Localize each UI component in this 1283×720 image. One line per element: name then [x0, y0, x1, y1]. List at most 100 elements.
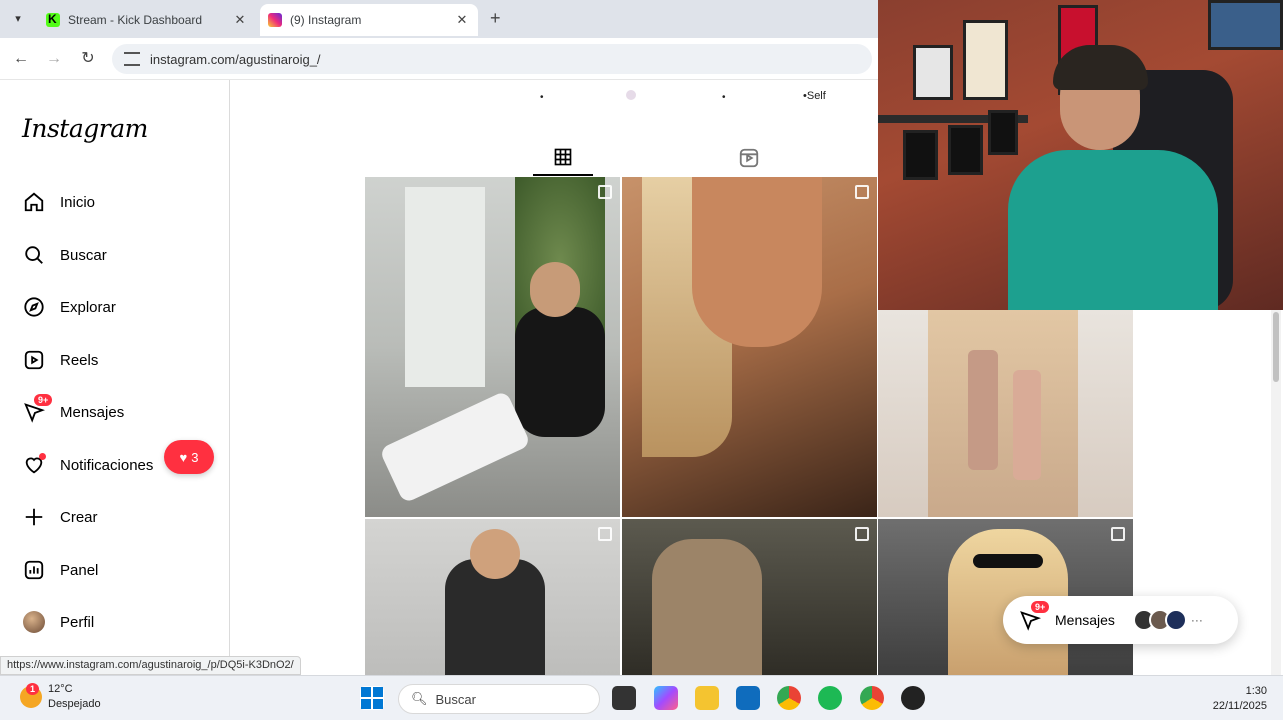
nav-label: Crear — [60, 508, 98, 526]
funko-box — [963, 20, 1008, 100]
reels-icon — [22, 348, 46, 372]
more-icon: ··· — [1190, 613, 1203, 627]
post-thumbnail[interactable] — [878, 310, 1133, 517]
nav-item-explorar[interactable]: Explorar — [22, 292, 116, 322]
post-thumbnail[interactable] — [622, 177, 877, 517]
close-tab-icon[interactable]: ✕ — [232, 12, 248, 28]
site-settings-icon[interactable] — [124, 52, 140, 66]
wall-frame — [1208, 0, 1283, 50]
webcam-overlay — [878, 0, 1283, 310]
subject-jacket — [515, 307, 605, 437]
kick-favicon-icon — [46, 12, 60, 27]
nav-item-buscar[interactable]: Buscar — [22, 240, 107, 270]
nav-item-reels[interactable]: Reels — [22, 345, 98, 375]
avatar — [23, 611, 45, 633]
chrome-icon[interactable] — [860, 686, 884, 710]
bg-window — [405, 187, 485, 387]
taskbar-search[interactable]: 🔍︎ Buscar — [398, 684, 600, 714]
chrome-icon[interactable] — [777, 686, 801, 710]
page-scrollbar[interactable] — [1271, 310, 1281, 675]
address-bar[interactable]: instagram.com/agustinaroig_/ — [112, 44, 872, 74]
profile-tabs — [365, 140, 877, 178]
carousel-icon — [598, 185, 612, 199]
messages-floating-button[interactable]: 9+ Mensajes ··· — [1003, 596, 1238, 644]
nav-label: Inicio — [60, 193, 96, 211]
new-tab-icon[interactable]: + — [490, 8, 501, 29]
post-thumbnail[interactable] — [365, 177, 620, 517]
compass-icon — [22, 295, 46, 319]
scrollbar-thumb[interactable] — [1273, 312, 1279, 382]
system-clock[interactable]: 1:30 22/11/2025 — [1213, 684, 1267, 714]
nav-item-notificaciones[interactable]: Notificaciones — [22, 450, 153, 480]
nav-item-crear[interactable]: Crear — [22, 502, 98, 532]
browser-toolbar: ← → ↻ instagram.com/agustinaroig_/ — [0, 38, 878, 80]
highlight-thumb[interactable] — [626, 90, 636, 100]
nav-item-mensajes[interactable]: 9+ Mensajes — [22, 394, 124, 427]
nav-label: Panel — [60, 561, 99, 579]
screen: ▾ Stream - Kick Dashboard ✕ (9) Instagra… — [0, 0, 1283, 720]
weather-widget[interactable]: 1 12°C Despejado — [20, 682, 101, 712]
wall-frame — [988, 110, 1018, 155]
subject-face — [692, 177, 822, 347]
reels-icon — [739, 148, 759, 168]
notification-dot — [39, 453, 46, 460]
weather-desc: Despejado — [48, 698, 101, 710]
url-text: instagram.com/agustinaroig_/ — [150, 51, 321, 67]
nav-item-panel[interactable]: Panel — [22, 555, 98, 585]
subject — [928, 310, 1078, 517]
wall-frame — [903, 130, 938, 180]
highlight-label[interactable]: •Self — [803, 90, 826, 102]
tab-kick-dashboard[interactable]: Stream - Kick Dashboard ✕ — [38, 4, 256, 36]
subject-head — [530, 262, 580, 317]
messenger-icon: 9+ — [22, 394, 53, 424]
carousel-icon — [855, 185, 869, 199]
close-tab-icon[interactable]: ✕ — [454, 12, 470, 28]
post-thumbnail[interactable] — [365, 519, 620, 675]
messenger-icon: 9+ — [1019, 601, 1050, 631]
grid-icon — [554, 148, 572, 166]
nav-item-perfil[interactable]: Perfil — [22, 607, 94, 637]
instagram-logo[interactable]: Instagram — [22, 114, 148, 143]
forward-icon[interactable]: → — [43, 48, 65, 70]
tab-reels[interactable] — [719, 140, 779, 176]
messages-label: Mensajes — [1055, 612, 1115, 628]
nav-label: Explorar — [60, 298, 116, 316]
copilot-icon[interactable] — [654, 686, 678, 710]
weather-sun-icon: 1 — [20, 683, 42, 708]
post-thumbnail[interactable] — [622, 519, 877, 675]
nav-item-inicio[interactable]: Inicio — [22, 187, 95, 217]
tab-search-menu-icon[interactable]: ▾ — [8, 8, 28, 28]
subject-head — [470, 529, 520, 579]
tab-posts[interactable] — [533, 140, 593, 176]
subject-legs — [378, 390, 532, 504]
tab-instagram[interactable]: (9) Instagram ✕ — [260, 4, 478, 36]
status-url-tooltip: https://www.instagram.com/agustinaroig_/… — [0, 656, 301, 675]
notification-popup-pill[interactable]: ♥ 3 — [164, 440, 214, 474]
search-icon — [22, 243, 46, 267]
subject — [652, 539, 762, 675]
plus-icon — [22, 505, 46, 529]
instagram-favicon-icon — [268, 13, 282, 27]
taskbar-search-placeholder: Buscar — [435, 691, 476, 707]
windows-start-icon[interactable] — [360, 686, 384, 710]
heart-icon — [22, 453, 46, 477]
funko-box — [913, 45, 953, 100]
nav-label: Perfil — [60, 613, 95, 631]
story-highlights-labels: • • •Self — [230, 88, 878, 108]
highlight-dot[interactable]: • — [722, 92, 726, 103]
obs-icon[interactable] — [901, 686, 925, 710]
tab-title: Stream - Kick Dashboard — [68, 13, 203, 27]
back-icon[interactable]: ← — [10, 48, 32, 70]
instagram-sidebar: Instagram Inicio Buscar Explorar Reels 9… — [0, 80, 230, 675]
reel-icon — [598, 527, 612, 541]
reload-icon[interactable]: ↻ — [77, 48, 99, 70]
spotify-icon[interactable] — [818, 686, 842, 710]
highlight-dot[interactable]: • — [540, 92, 544, 103]
browser-tabbar: ▾ Stream - Kick Dashboard ✕ (9) Instagra… — [0, 0, 878, 38]
product-bottle — [1013, 370, 1041, 480]
task-view-icon[interactable] — [612, 686, 636, 710]
outlook-icon[interactable] — [736, 686, 760, 710]
clock-time: 1:30 — [1245, 685, 1267, 697]
carousel-icon — [855, 527, 869, 541]
file-explorer-icon[interactable] — [695, 686, 719, 710]
